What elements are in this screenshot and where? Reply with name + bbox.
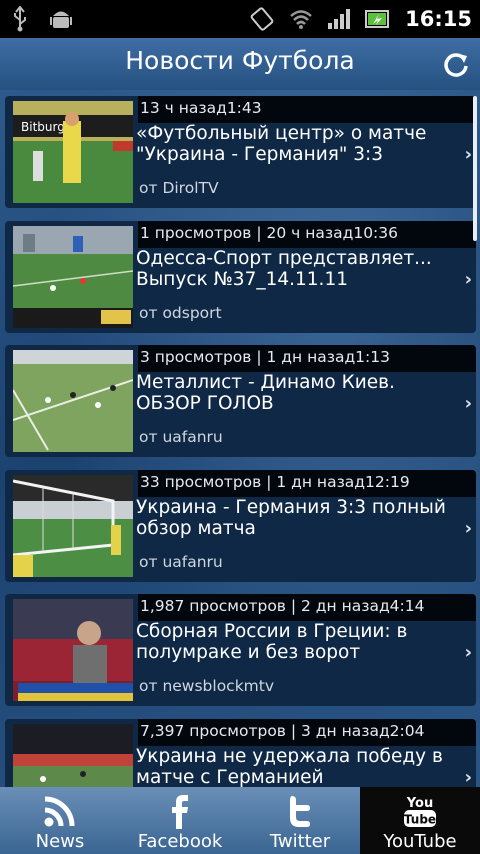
svg-text:Tube: Tube — [404, 813, 436, 827]
video-thumbnail — [13, 226, 133, 328]
refresh-icon[interactable] — [442, 50, 470, 78]
video-meta: 1,987 просмотров | 2 дн назад4:14 — [140, 597, 425, 615]
video-thumbnail — [13, 350, 133, 452]
facebook-icon — [172, 795, 188, 829]
svg-text:You: You — [406, 796, 433, 811]
wifi-icon — [290, 10, 312, 29]
video-thumbnail — [13, 724, 133, 787]
rss-icon — [44, 796, 75, 827]
scrollbar[interactable] — [473, 96, 477, 241]
tab-label: YouTube — [383, 831, 457, 852]
video-title: Украина не удержала победу в матче с Гер… — [136, 746, 443, 787]
chevron-right-icon: › — [464, 144, 472, 165]
video-source: от uafanru — [139, 553, 223, 571]
video-title: Сборная России в Греции: в полумраке и б… — [136, 621, 408, 663]
youtube-icon: You Tube — [404, 796, 436, 827]
video-source: от newsblockmtv — [139, 677, 275, 695]
page-title: Новости Футбола — [125, 46, 355, 75]
video-source: от DirolTV — [139, 179, 219, 197]
video-thumbnail — [13, 599, 133, 701]
video-title: Металлист - Динамо Киев. ОБЗОР ГОЛОВ — [136, 372, 395, 414]
chevron-right-icon: › — [464, 269, 472, 290]
video-meta: 7,397 просмотров | 3 дн назад2:04 — [140, 722, 425, 740]
tab-twitter[interactable]: Twitter — [240, 787, 360, 854]
video-list[interactable]: Bitburger 13 ч назад1:43 «Футбольный цен… — [0, 90, 480, 787]
chevron-right-icon: › — [464, 767, 472, 787]
video-item[interactable]: Bitburger 13 ч назад1:43 «Футбольный цен… — [5, 96, 476, 208]
status-bar: 16:15 — [0, 0, 480, 38]
video-item[interactable]: 1 просмотров | 20 ч назад10:36 Одесса-Сп… — [5, 221, 476, 333]
chevron-right-icon: › — [464, 393, 472, 414]
tab-bar: News Facebook Twitter You Tube YouTube — [0, 787, 480, 854]
tab-label: News — [35, 831, 85, 852]
chevron-right-icon: › — [464, 642, 472, 663]
chevron-right-icon: › — [464, 518, 472, 539]
tab-label: Twitter — [269, 831, 331, 852]
video-meta: 13 ч назад1:43 — [140, 99, 262, 117]
video-item[interactable]: 7,397 просмотров | 3 дн назад2:04 Украин… — [5, 719, 476, 787]
video-meta: 33 просмотров | 1 дн назад12:19 — [140, 473, 410, 491]
usb-icon — [14, 6, 26, 32]
tab-label: Facebook — [137, 831, 223, 852]
clock: 16:15 — [405, 7, 472, 31]
app-header: Новости Футбола — [0, 38, 480, 91]
video-title: «Футбольный центр» о матче "Украина - Ге… — [136, 123, 427, 165]
video-meta: 1 просмотров | 20 ч назад10:36 — [140, 224, 398, 242]
video-item[interactable]: 33 просмотров | 1 дн назад12:19 Украина … — [5, 470, 476, 582]
twitter-icon — [290, 796, 310, 827]
tab-facebook[interactable]: Facebook — [120, 787, 240, 854]
rotation-icon — [250, 7, 274, 31]
video-item[interactable]: 1,987 просмотров | 2 дн назад4:14 Сборна… — [5, 594, 476, 706]
video-item[interactable]: 3 просмотров | 1 дн назад1:13 Металлист … — [5, 345, 476, 457]
video-source: от uafanru — [139, 428, 223, 446]
video-title: Украина - Германия 3:3 полный обзор матч… — [136, 497, 446, 539]
video-source: от odsport — [139, 304, 222, 322]
video-thumbnail — [13, 475, 133, 577]
video-thumbnail: Bitburger — [13, 101, 133, 203]
video-title: Одесса-Спорт представляет... Выпуск №37_… — [136, 248, 432, 290]
signal-icon — [328, 9, 351, 29]
video-meta: 3 просмотров | 1 дн назад1:13 — [140, 348, 390, 366]
android-debug-icon — [50, 11, 72, 28]
tab-news[interactable]: News — [0, 787, 120, 854]
battery-icon — [365, 10, 390, 28]
tab-youtube[interactable]: You Tube YouTube — [360, 787, 480, 854]
